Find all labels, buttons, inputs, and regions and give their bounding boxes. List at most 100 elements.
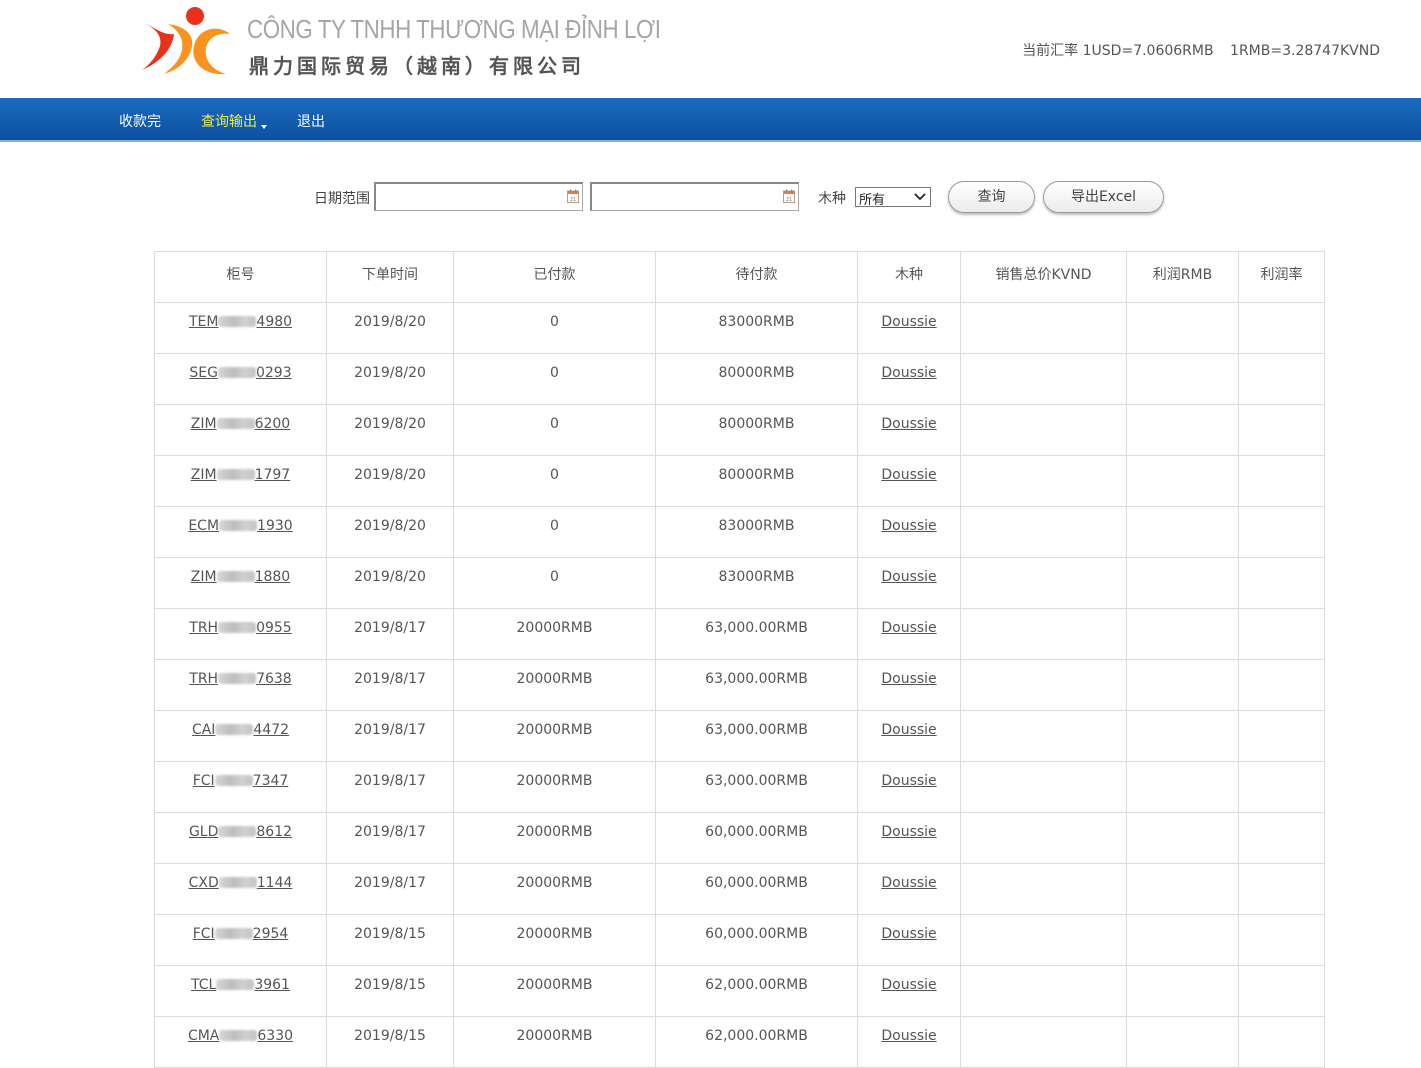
cell-order-date: 2019/8/17: [326, 761, 454, 813]
cabinet-prefix: ZIM: [190, 467, 217, 483]
cell-profit-rmb: [1126, 557, 1239, 609]
table-row: SEG 0293 2019/8/20 0 80000RMB Doussie: [154, 353, 1325, 405]
cabinet-number-link[interactable]: CMA 6330: [188, 1028, 293, 1044]
table-row: TEM 4980 2019/8/20 0 83000RMB Doussie: [154, 302, 1325, 354]
wood-type-link[interactable]: Doussie: [881, 365, 936, 381]
wood-type-link[interactable]: Doussie: [881, 977, 936, 993]
nav-item-query-export[interactable]: 查询输出: [201, 111, 267, 131]
cell-sales-total-kvnd: [960, 914, 1127, 966]
cell-paid: 20000RMB: [453, 863, 656, 915]
cabinet-number-link[interactable]: CAI 4472: [192, 722, 289, 738]
cell-paid: 20000RMB: [453, 812, 656, 864]
table-row: CXD 1144 2019/8/17 20000RMB 60,000.00RMB Dous…: [154, 863, 1325, 915]
calendar-icon[interactable]: 21: [567, 189, 579, 203]
cell-cabinet: ZIM 1880: [154, 557, 327, 609]
wood-type-link[interactable]: Doussie: [881, 416, 936, 432]
cell-wood-type: Doussie: [857, 761, 961, 813]
cell-profit-rmb: [1126, 914, 1239, 966]
date-range-label: 日期范围: [314, 191, 370, 207]
table-header-row: 柜号 下单时间 已付款 待付款 木种 销售总价KVND 利润RMB 利润率: [154, 251, 1325, 303]
cell-profit-rmb: [1126, 353, 1239, 405]
wood-type-link[interactable]: Doussie: [881, 926, 936, 942]
cell-profit-margin: [1238, 353, 1325, 405]
cabinet-number-link[interactable]: GLD 8612: [189, 824, 292, 840]
wood-type-link[interactable]: Doussie: [881, 671, 936, 687]
cabinet-prefix: TRH: [189, 671, 219, 687]
wood-type-link[interactable]: Doussie: [881, 569, 936, 585]
column-header: 木种: [857, 251, 961, 303]
cell-sales-total-kvnd: [960, 353, 1127, 405]
wood-type-link[interactable]: Doussie: [881, 722, 936, 738]
cell-pending: 80000RMB: [655, 404, 858, 456]
cabinet-number-link[interactable]: TEM 4980: [189, 314, 292, 330]
wood-type-link[interactable]: Doussie: [881, 1028, 936, 1044]
cabinet-number-link[interactable]: CXD 1144: [189, 875, 293, 891]
cell-profit-margin: [1238, 608, 1325, 660]
cabinet-number-link[interactable]: ZIM 1797: [191, 467, 290, 483]
date-from-input[interactable]: 21: [374, 182, 583, 211]
nav-item-payment-complete[interactable]: 收款完: [119, 111, 161, 131]
cell-sales-total-kvnd: [960, 302, 1127, 354]
cell-sales-total-kvnd: [960, 761, 1127, 813]
dropdown-caret-icon: [261, 125, 267, 129]
chevron-down-icon: [914, 193, 926, 201]
export-excel-button[interactable]: 导出Excel: [1043, 181, 1164, 213]
redacted-mask: [217, 367, 256, 378]
cell-cabinet: ZIM 1797: [154, 455, 327, 507]
cell-cabinet: TRH 7638: [154, 659, 327, 711]
redacted-mask: [216, 979, 255, 990]
cabinet-suffix: 4472: [253, 722, 290, 738]
cabinet-prefix: GLD: [188, 824, 219, 840]
calendar-icon[interactable]: 21: [783, 189, 795, 203]
cabinet-prefix: TEM: [188, 314, 219, 330]
cell-profit-rmb: [1126, 659, 1239, 711]
nav-item-logout[interactable]: 退出: [297, 111, 325, 131]
cell-cabinet: CMA 6330: [154, 1016, 327, 1068]
cell-cabinet: CAI 4472: [154, 710, 327, 762]
cabinet-suffix: 1797: [254, 467, 291, 483]
cell-pending: 63,000.00RMB: [655, 710, 858, 762]
cell-order-date: 2019/8/15: [326, 965, 454, 1017]
cell-paid: 0: [453, 557, 656, 609]
cell-order-date: 2019/8/20: [326, 506, 454, 558]
cabinet-prefix: ZIM: [190, 416, 217, 432]
wood-type-link[interactable]: Doussie: [881, 314, 936, 330]
cell-paid: 0: [453, 404, 656, 456]
cabinet-suffix: 2954: [252, 926, 289, 942]
wood-type-select[interactable]: 所有: [855, 187, 931, 208]
cell-wood-type: Doussie: [857, 506, 961, 558]
cabinet-number-link[interactable]: ECM 1930: [188, 518, 292, 534]
cell-profit-margin: [1238, 404, 1325, 456]
query-button[interactable]: 查询: [948, 181, 1035, 213]
cell-wood-type: Doussie: [857, 914, 961, 966]
cell-cabinet: GLD 8612: [154, 812, 327, 864]
cabinet-number-link[interactable]: ZIM 1880: [191, 569, 290, 585]
cabinet-number-link[interactable]: FCI 7347: [193, 773, 289, 789]
cabinet-suffix: 8612: [256, 824, 293, 840]
wood-type-link[interactable]: Doussie: [881, 620, 936, 636]
cabinet-number-link[interactable]: ZIM 6200: [191, 416, 290, 432]
cell-wood-type: Doussie: [857, 404, 961, 456]
cell-order-date: 2019/8/15: [326, 914, 454, 966]
wood-type-link[interactable]: Doussie: [881, 875, 936, 891]
date-to-input[interactable]: 21: [590, 182, 799, 211]
cabinet-number-link[interactable]: SEG 0293: [189, 365, 291, 381]
wood-type-link[interactable]: Doussie: [881, 467, 936, 483]
redacted-mask: [218, 316, 257, 327]
cell-order-date: 2019/8/20: [326, 455, 454, 507]
cell-paid: 20000RMB: [453, 965, 656, 1017]
cabinet-number-link[interactable]: TCL 3961: [191, 977, 290, 993]
cell-sales-total-kvnd: [960, 557, 1127, 609]
cell-sales-total-kvnd: [960, 1016, 1127, 1068]
wood-type-link[interactable]: Doussie: [881, 518, 936, 534]
cell-profit-margin: [1238, 557, 1325, 609]
wood-type-link[interactable]: Doussie: [881, 773, 936, 789]
cell-sales-total-kvnd: [960, 455, 1127, 507]
wood-type-link[interactable]: Doussie: [881, 824, 936, 840]
cabinet-number-link[interactable]: TRH 7638: [189, 671, 291, 687]
cabinet-prefix: CXD: [188, 875, 219, 891]
cell-profit-rmb: [1126, 404, 1239, 456]
cabinet-number-link[interactable]: TRH 0955: [189, 620, 291, 636]
cabinet-number-link[interactable]: FCI 2954: [193, 926, 289, 942]
cabinet-suffix: 6200: [254, 416, 291, 432]
